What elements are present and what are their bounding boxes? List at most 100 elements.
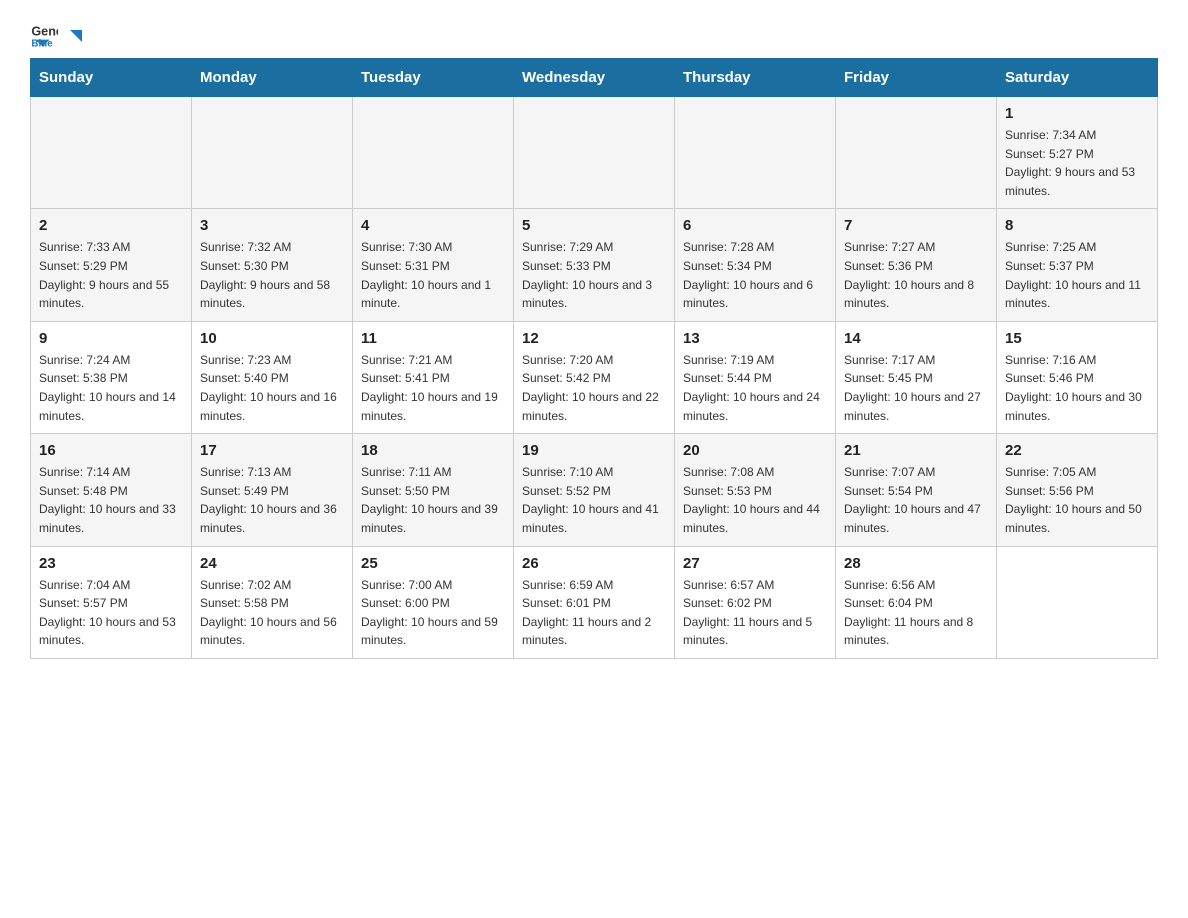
day-cell: 6Sunrise: 7:28 AM Sunset: 5:34 PM Daylig… [675,209,836,321]
day-number: 25 [361,555,505,572]
day-number: 2 [39,217,183,234]
day-info: Sunrise: 7:21 AM Sunset: 5:41 PM Dayligh… [361,351,505,425]
header-friday: Friday [836,59,997,97]
day-info: Sunrise: 7:17 AM Sunset: 5:45 PM Dayligh… [844,351,988,425]
day-cell: 10 Sunrise: 7:23 AM Sunset: 5:40 PM Dayli… [192,321,353,433]
day-number: 14 [844,330,988,347]
day-number: 17 [200,442,344,459]
day-info: Sunrise: 7:32 AM Sunset: 5:30 PM Dayligh… [200,238,344,312]
day-number: 28 [844,555,988,572]
day-number: 8 [1005,217,1149,234]
day-number: 22 [1005,442,1149,459]
day-info: Sunrise: 7:04 AM Sunset: 5:57 PM Dayligh… [39,576,183,650]
day-number: 11 [361,330,505,347]
day-cell: 28Sunrise: 6:56 AM Sunset: 6:04 PM Dayli… [836,546,997,658]
day-cell [997,546,1158,658]
day-number: 24 [200,555,344,572]
day-cell: 3 Sunrise: 7:32 AM Sunset: 5:30 PM Daylig… [192,209,353,321]
day-info: Sunrise: 7:13 AM Sunset: 5:49 PM Dayligh… [200,463,344,537]
calendar-header: SundayMondayTuesdayWednesdayThursdayFrid… [31,59,1158,97]
day-number: 10 [200,330,344,347]
day-number: 15 [1005,330,1149,347]
day-cell: 1 Sunrise: 7:34 AM Sunset: 5:27 PM Daylig… [997,97,1158,209]
day-cell: 23 Sunrise: 7:04 AM Sunset: 5:57 PM Dayli… [31,546,192,658]
week-row-2: 2 Sunrise: 7:33 AM Sunset: 5:29 PM Daylig… [31,209,1158,321]
day-info: Sunrise: 7:00 AM Sunset: 6:00 PM Dayligh… [361,576,505,650]
day-info: Sunrise: 6:57 AM Sunset: 6:02 PM Dayligh… [683,576,827,650]
day-cell: 4 Sunrise: 7:30 AM Sunset: 5:31 PM Daylig… [353,209,514,321]
day-info: Sunrise: 7:14 AM Sunset: 5:48 PM Dayligh… [39,463,183,537]
day-info: Sunrise: 7:16 AM Sunset: 5:46 PM Dayligh… [1005,351,1149,425]
day-cell: 18 Sunrise: 7:11 AM Sunset: 5:50 PM Dayli… [353,434,514,546]
week-row-3: 9 Sunrise: 7:24 AM Sunset: 5:38 PM Daylig… [31,321,1158,433]
day-cell: 24Sunrise: 7:02 AM Sunset: 5:58 PM Dayli… [192,546,353,658]
logo-triangle-icon [66,26,86,46]
day-cell [836,97,997,209]
svg-text:Blue: Blue [31,39,53,48]
day-info: Sunrise: 7:08 AM Sunset: 5:53 PM Dayligh… [683,463,827,537]
day-info: Sunrise: 7:05 AM Sunset: 5:56 PM Dayligh… [1005,463,1149,537]
day-info: Sunrise: 7:30 AM Sunset: 5:31 PM Dayligh… [361,238,505,312]
header-thursday: Thursday [675,59,836,97]
day-number: 16 [39,442,183,459]
day-cell: 8 Sunrise: 7:25 AM Sunset: 5:37 PM Daylig… [997,209,1158,321]
week-row-4: 16 Sunrise: 7:14 AM Sunset: 5:48 PM Dayli… [31,434,1158,546]
calendar-table: SundayMondayTuesdayWednesdayThursdayFrid… [30,58,1158,659]
day-number: 23 [39,555,183,572]
day-number: 21 [844,442,988,459]
logo-icon: General Blue [30,20,58,48]
day-cell: 12 Sunrise: 7:20 AM Sunset: 5:42 PM Dayli… [514,321,675,433]
day-number: 20 [683,442,827,459]
day-info: Sunrise: 7:33 AM Sunset: 5:29 PM Dayligh… [39,238,183,312]
day-cell: 25 Sunrise: 7:00 AM Sunset: 6:00 PM Dayli… [353,546,514,658]
header-saturday: Saturday [997,59,1158,97]
day-info: Sunrise: 7:11 AM Sunset: 5:50 PM Dayligh… [361,463,505,537]
day-cell [514,97,675,209]
header-monday: Monday [192,59,353,97]
day-cell: 20 Sunrise: 7:08 AM Sunset: 5:53 PM Dayli… [675,434,836,546]
day-cell: 5Sunrise: 7:29 AM Sunset: 5:33 PM Daylig… [514,209,675,321]
day-number: 18 [361,442,505,459]
day-number: 13 [683,330,827,347]
day-info: Sunrise: 7:25 AM Sunset: 5:37 PM Dayligh… [1005,238,1149,312]
day-info: Sunrise: 7:34 AM Sunset: 5:27 PM Dayligh… [1005,126,1149,200]
logo: General Blue [30,20,88,48]
day-number: 19 [522,442,666,459]
day-number: 12 [522,330,666,347]
svg-text:General: General [31,24,58,38]
header-sunday: Sunday [31,59,192,97]
day-cell: 9 Sunrise: 7:24 AM Sunset: 5:38 PM Daylig… [31,321,192,433]
day-info: Sunrise: 7:19 AM Sunset: 5:44 PM Dayligh… [683,351,827,425]
day-cell: 2 Sunrise: 7:33 AM Sunset: 5:29 PM Daylig… [31,209,192,321]
header-wednesday: Wednesday [514,59,675,97]
day-cell: 19Sunrise: 7:10 AM Sunset: 5:52 PM Dayli… [514,434,675,546]
calendar-body: 1 Sunrise: 7:34 AM Sunset: 5:27 PM Daylig… [31,97,1158,659]
day-number: 1 [1005,105,1149,122]
day-number: 27 [683,555,827,572]
day-info: Sunrise: 6:59 AM Sunset: 6:01 PM Dayligh… [522,576,666,650]
day-cell [675,97,836,209]
day-cell [192,97,353,209]
day-number: 7 [844,217,988,234]
day-cell: 14 Sunrise: 7:17 AM Sunset: 5:45 PM Dayli… [836,321,997,433]
week-row-1: 1 Sunrise: 7:34 AM Sunset: 5:27 PM Daylig… [31,97,1158,209]
day-cell: 13 Sunrise: 7:19 AM Sunset: 5:44 PM Dayli… [675,321,836,433]
day-cell: 22 Sunrise: 7:05 AM Sunset: 5:56 PM Dayli… [997,434,1158,546]
day-info: Sunrise: 7:20 AM Sunset: 5:42 PM Dayligh… [522,351,666,425]
week-row-5: 23 Sunrise: 7:04 AM Sunset: 5:57 PM Dayli… [31,546,1158,658]
day-number: 4 [361,217,505,234]
day-cell: 21 Sunrise: 7:07 AM Sunset: 5:54 PM Dayli… [836,434,997,546]
day-info: Sunrise: 7:24 AM Sunset: 5:38 PM Dayligh… [39,351,183,425]
day-cell: 26Sunrise: 6:59 AM Sunset: 6:01 PM Dayli… [514,546,675,658]
day-cell: 17 Sunrise: 7:13 AM Sunset: 5:49 PM Dayli… [192,434,353,546]
day-info: Sunrise: 7:27 AM Sunset: 5:36 PM Dayligh… [844,238,988,312]
day-info: Sunrise: 7:23 AM Sunset: 5:40 PM Dayligh… [200,351,344,425]
day-number: 6 [683,217,827,234]
day-info: Sunrise: 7:07 AM Sunset: 5:54 PM Dayligh… [844,463,988,537]
day-number: 9 [39,330,183,347]
day-info: Sunrise: 7:29 AM Sunset: 5:33 PM Dayligh… [522,238,666,312]
day-number: 3 [200,217,344,234]
day-cell: 15 Sunrise: 7:16 AM Sunset: 5:46 PM Dayli… [997,321,1158,433]
day-cell: 16 Sunrise: 7:14 AM Sunset: 5:48 PM Dayli… [31,434,192,546]
day-cell: 11 Sunrise: 7:21 AM Sunset: 5:41 PM Dayli… [353,321,514,433]
